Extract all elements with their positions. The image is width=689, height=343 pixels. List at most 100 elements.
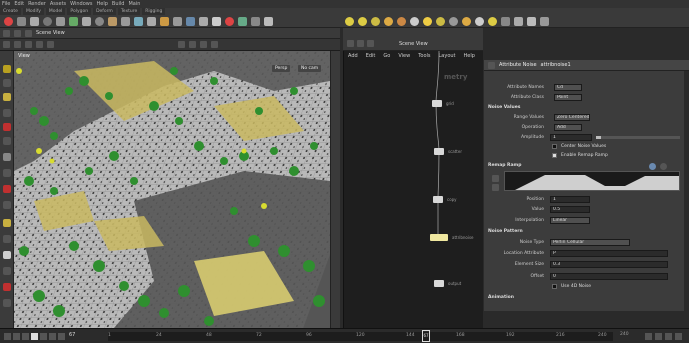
camera-tool-icon[interactable] <box>3 153 11 161</box>
ghost-icon[interactable] <box>211 41 218 48</box>
distant-light-icon[interactable] <box>410 17 419 26</box>
select-icon[interactable] <box>3 65 11 73</box>
timeline-settings-icon[interactable] <box>675 333 682 340</box>
spot-light-icon[interactable] <box>358 17 367 26</box>
measure-icon[interactable] <box>3 251 11 259</box>
draw-curve-icon[interactable] <box>121 17 130 26</box>
animation-section[interactable]: Animation <box>488 295 514 300</box>
realtime-icon[interactable] <box>655 333 662 340</box>
parameter-node-name[interactable]: attribnoise1 <box>541 62 571 68</box>
network-node-output[interactable] <box>434 280 444 287</box>
switcher-icon[interactable] <box>527 17 536 26</box>
obj-icon[interactable] <box>25 29 32 37</box>
remap-ramp-section[interactable]: Remap Ramp <box>488 163 521 168</box>
shelf-tab-modify[interactable]: Modify <box>22 8 44 15</box>
handle-icon[interactable] <box>3 93 11 101</box>
grid-icon[interactable] <box>56 17 65 26</box>
sky-light-icon[interactable] <box>436 17 445 26</box>
jump-start-icon[interactable] <box>4 333 11 340</box>
offset-field[interactable]: 0 <box>550 273 668 280</box>
noise-values-section[interactable]: Noise Values <box>488 105 520 110</box>
area-light-icon[interactable] <box>371 17 380 26</box>
wireframe-icon[interactable] <box>189 41 196 48</box>
location-attribute-field[interactable]: P <box>550 250 668 257</box>
menu-assets[interactable]: Assets <box>50 1 66 7</box>
amplitude-field[interactable]: 1 <box>550 134 592 141</box>
file-icon[interactable] <box>212 17 221 26</box>
shelf-tab-polygon[interactable]: Polygon <box>67 8 92 15</box>
pose-icon[interactable] <box>3 109 11 117</box>
network-node-grid[interactable] <box>432 100 442 107</box>
caustic-light-icon[interactable] <box>462 17 471 26</box>
record-icon[interactable] <box>3 123 11 131</box>
ramp-curve[interactable] <box>505 172 679 190</box>
rig-icon[interactable] <box>264 17 273 26</box>
persp-menu[interactable]: Persp <box>272 65 291 72</box>
menu-help[interactable]: Help <box>96 1 107 7</box>
center-noise-checkbox[interactable] <box>552 144 557 149</box>
spiral-icon[interactable] <box>225 17 234 26</box>
noise-type-menu[interactable]: Perlin Cellular <box>550 239 630 246</box>
gi-light-icon[interactable] <box>449 17 458 26</box>
camera-icon[interactable] <box>251 17 260 26</box>
spray-paint-icon[interactable] <box>147 17 156 26</box>
audio-icon[interactable] <box>665 333 672 340</box>
network-forward-icon[interactable] <box>357 40 364 47</box>
range-values-menu[interactable]: Zero Centered <box>554 114 590 121</box>
noise-pattern-section[interactable]: Noise Pattern <box>488 229 523 234</box>
menu-render[interactable]: Render <box>28 1 46 7</box>
position-field[interactable]: 1 <box>550 196 590 203</box>
handle-tool-icon[interactable] <box>47 41 54 48</box>
enable-remap-checkbox[interactable] <box>552 153 557 158</box>
box-icon[interactable] <box>17 17 26 26</box>
ramp-add-key-icon[interactable] <box>492 175 499 182</box>
camera-shelf-icon[interactable] <box>501 17 510 26</box>
path-icon[interactable] <box>134 17 143 26</box>
network-editor[interactable]: Add Edit Go View Tools Layout Help metry… <box>343 51 483 328</box>
line-icon[interactable] <box>82 17 91 26</box>
ramp-settings-icon[interactable] <box>660 163 667 170</box>
play-reverse-icon[interactable] <box>22 333 29 340</box>
shelf-tab-create[interactable]: Create <box>0 8 21 15</box>
amplitude-slider[interactable] <box>596 136 680 139</box>
torus-icon[interactable] <box>43 17 52 26</box>
parameter-scrollbar[interactable] <box>684 71 689 311</box>
shaded-icon[interactable] <box>200 41 207 48</box>
ramp-remove-key-icon[interactable] <box>492 184 499 191</box>
volume-light-icon[interactable] <box>397 17 406 26</box>
forward-arrow-icon[interactable] <box>14 29 21 37</box>
portal-light-icon[interactable] <box>475 17 484 26</box>
transform-icon[interactable] <box>3 79 11 87</box>
network-node-attribnoise[interactable] <box>430 234 448 241</box>
flipbook-icon[interactable] <box>3 267 11 275</box>
display-option-icon[interactable] <box>178 41 185 48</box>
ambient-light-icon[interactable] <box>488 17 497 26</box>
value-field[interactable]: 0.5 <box>550 206 590 213</box>
menu-edit[interactable]: Edit <box>14 1 24 7</box>
camera-menu[interactable]: No cam <box>298 65 322 72</box>
geometry-light-icon[interactable] <box>384 17 393 26</box>
timeline-end-field[interactable]: 240 <box>620 332 629 337</box>
brush-icon[interactable] <box>3 201 11 209</box>
back-arrow-icon[interactable] <box>3 29 10 37</box>
operation-menu[interactable]: Add <box>554 124 582 131</box>
network-node-copy[interactable] <box>433 196 443 203</box>
menu-main[interactable]: Main <box>128 1 140 7</box>
menu-file[interactable]: File <box>2 1 10 7</box>
timeline-bar[interactable]: 1 24 48 72 96 120 144 168 192 216 240 <box>108 332 613 341</box>
viewport[interactable]: View Persp No cam <box>14 51 330 328</box>
gamepad-camera-icon[interactable] <box>540 17 549 26</box>
magnet-icon[interactable] <box>3 185 11 193</box>
paint-icon[interactable] <box>3 235 11 243</box>
remap-ramp-editor[interactable] <box>504 171 680 191</box>
jump-end-icon[interactable] <box>58 333 65 340</box>
attribute-names-field[interactable]: Cd <box>554 84 582 91</box>
current-frame-field[interactable]: 67 <box>69 332 75 338</box>
step-back-icon[interactable] <box>13 333 20 340</box>
select-tool-icon[interactable] <box>3 41 10 48</box>
platonic-icon[interactable] <box>173 17 182 26</box>
rotate-tool-icon[interactable] <box>25 41 32 48</box>
step-forward-icon[interactable] <box>49 333 56 340</box>
render-icon[interactable] <box>3 283 11 291</box>
environment-light-icon[interactable] <box>423 17 432 26</box>
